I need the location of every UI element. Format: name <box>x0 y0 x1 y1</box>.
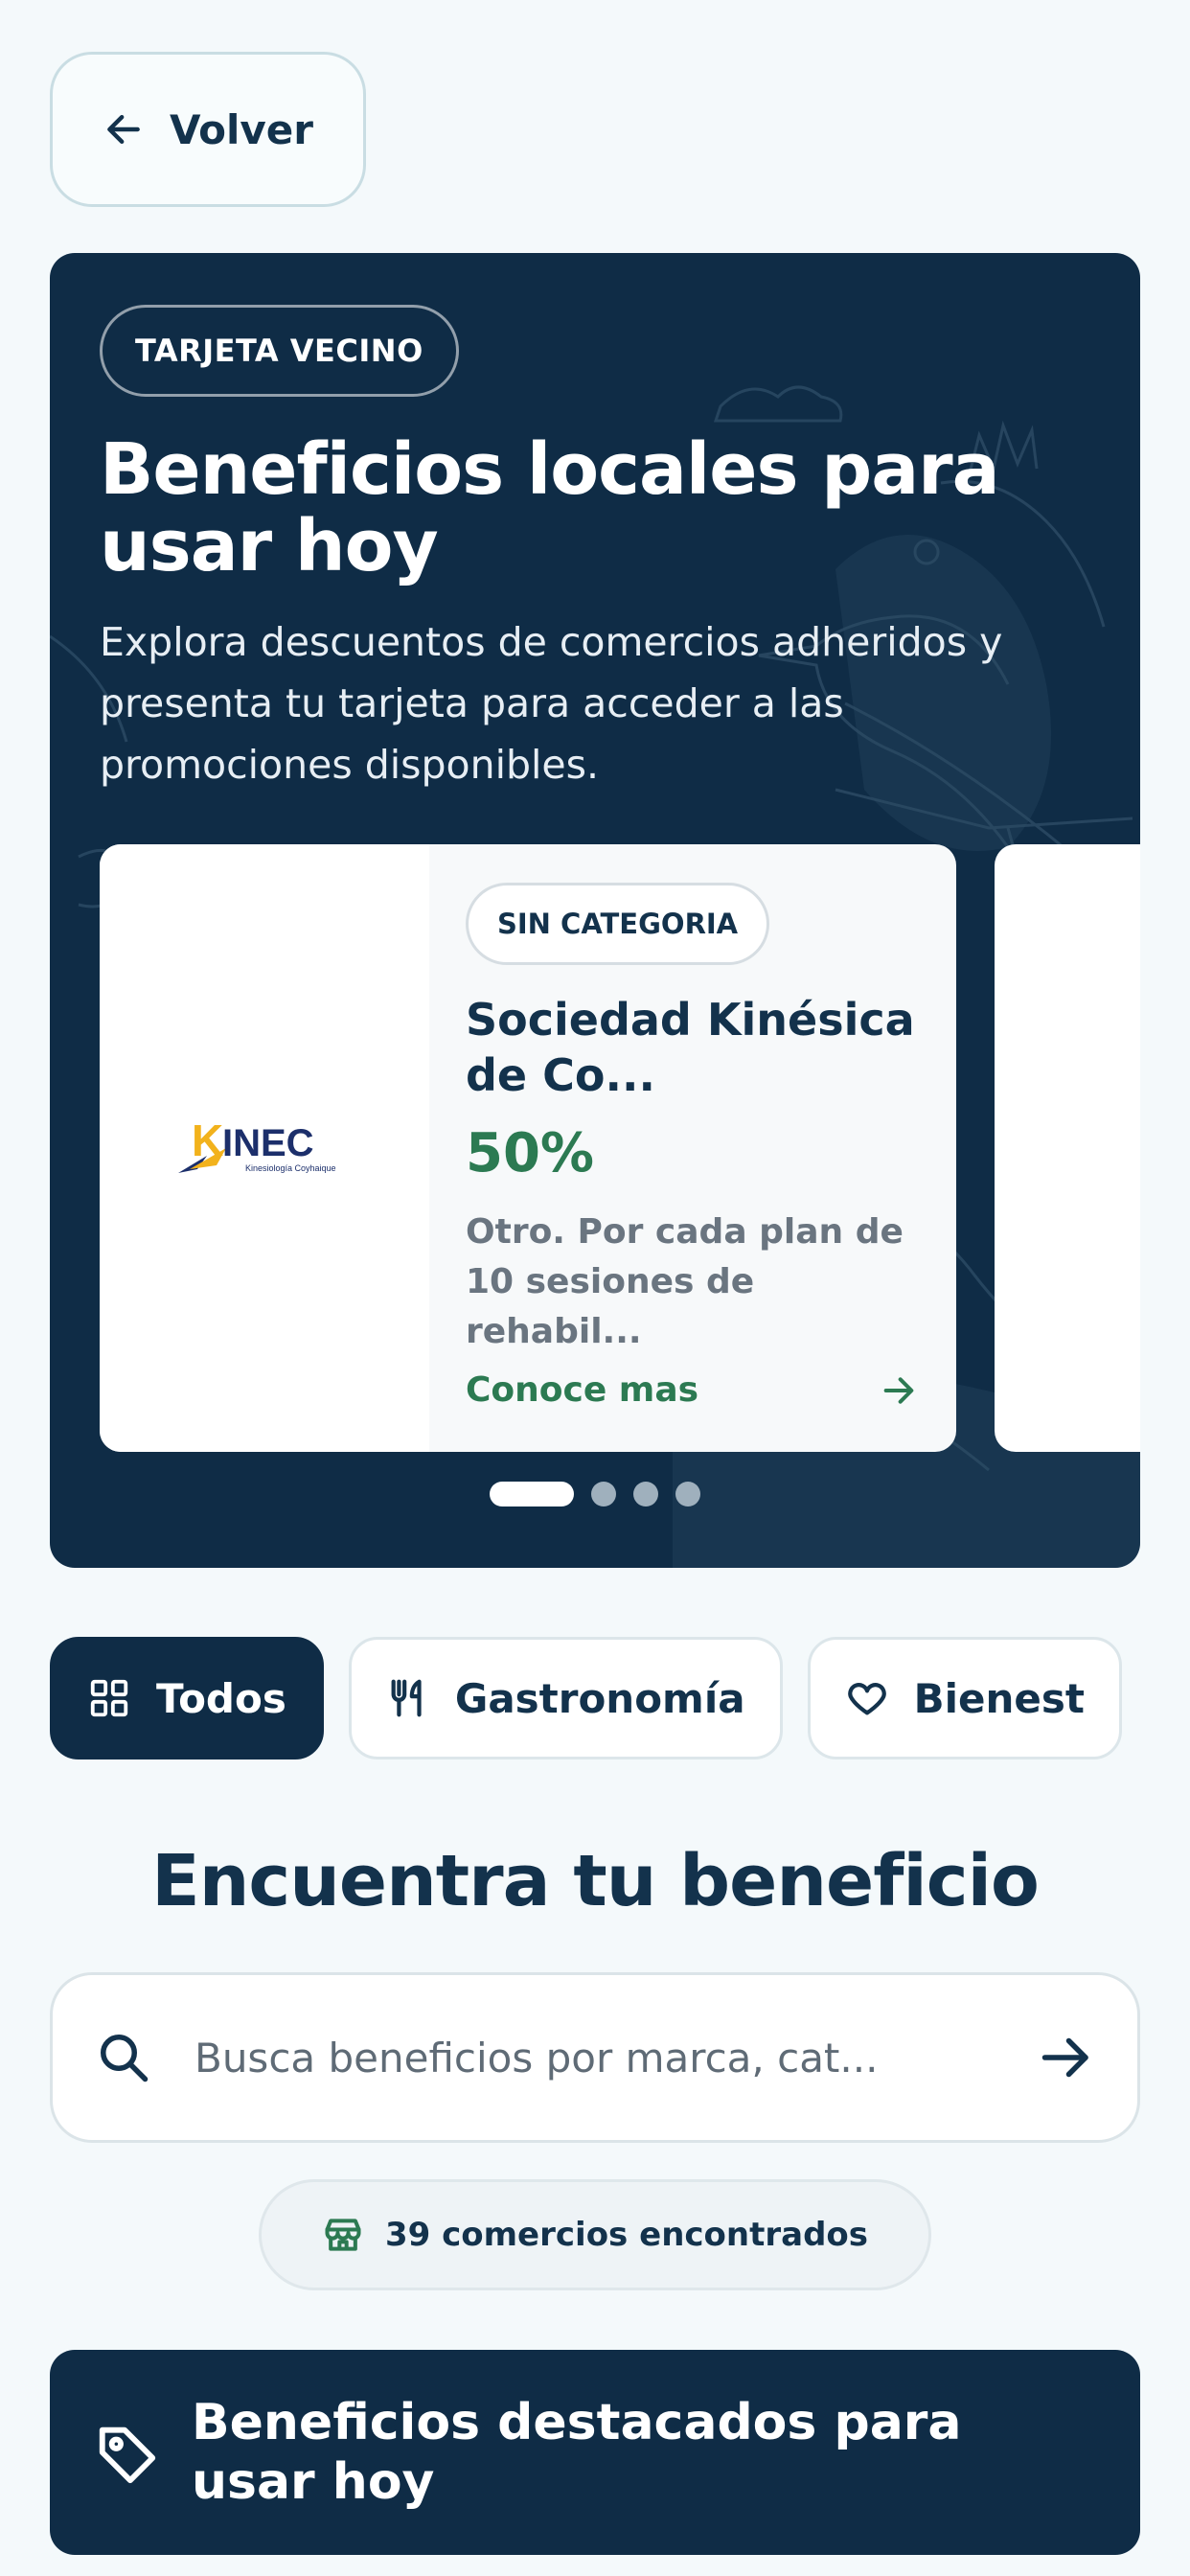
arrow-left-icon <box>107 114 140 145</box>
carousel-dot[interactable] <box>633 1482 658 1506</box>
arrow-right-icon <box>883 1376 914 1404</box>
results-count-text: 39 comercios encontrados <box>384 2216 869 2254</box>
next-offer-card[interactable] <box>995 844 1140 1452</box>
category-filter: Todos Gastronomía Bienest <box>50 1637 1140 1761</box>
discount-value: 50% <box>466 1122 595 1184</box>
merchant-logo: K INEC Kinesiología Coyhaique <box>100 844 429 1452</box>
hero-badge: TARJETA VECINO <box>100 305 459 397</box>
search-icon <box>101 2035 149 2082</box>
search-input[interactable] <box>195 2034 1009 2082</box>
featured-benefits-banner[interactable]: Beneficios destacados para usar hoy <box>50 2350 1140 2555</box>
learn-more-label: Conoce mas <box>466 1370 699 1410</box>
offer-body: SIN CATEGORIA Sociedad Kinésica de Co...… <box>429 844 956 1452</box>
carousel-dot[interactable] <box>675 1482 700 1506</box>
tag-icon <box>99 2426 156 2484</box>
chip-label: Todos <box>156 1674 286 1722</box>
grid-icon <box>90 1679 128 1717</box>
featured-title: Beneficios destacados para usar hoy <box>192 2394 962 2511</box>
search-submit-arrow-icon[interactable] <box>1038 2029 1095 2086</box>
logo-tagline: Kinesiología Coyhaique <box>245 1163 336 1173</box>
hero-subtitle: Explora descuentos de comercios adherido… <box>100 619 1003 788</box>
back-label: Volver <box>169 105 314 153</box>
offer-description: Otro. Por cada plan de 10 sesiones de re… <box>466 1212 904 1351</box>
back-button[interactable]: Volver <box>50 52 366 207</box>
logo-initial: K <box>192 1116 223 1165</box>
carousel-dots <box>50 1482 1140 1506</box>
category-chip-todos[interactable]: Todos <box>50 1637 324 1760</box>
carousel-dot[interactable] <box>490 1482 574 1506</box>
category-chip-bienestar[interactable]: Bienest <box>807 1637 1122 1760</box>
offer-card[interactable]: K INEC Kinesiología Coyhaique SIN CATEGO… <box>100 844 956 1452</box>
category-badge: SIN CATEGORIA <box>466 883 770 965</box>
carousel-dot[interactable] <box>591 1482 616 1506</box>
merchant-name: Sociedad Kinésica de Co... <box>466 994 915 1101</box>
chip-label: Gastronomía <box>454 1674 745 1722</box>
store-icon <box>325 2219 361 2251</box>
hero-title: Beneficios locales para usar hoy <box>100 428 1000 587</box>
learn-more-link[interactable]: Conoce mas <box>466 1370 918 1410</box>
search-heading: Encuentra tu beneficio <box>151 1840 1040 1922</box>
category-chip-gastronomia[interactable]: Gastronomía <box>348 1637 783 1760</box>
fork-knife-icon <box>391 1679 422 1717</box>
results-count-badge: 39 comercios encontrados <box>259 2179 931 2290</box>
chip-label: Bienest <box>913 1674 1085 1722</box>
heart-icon <box>847 1683 886 1715</box>
search-bar <box>50 1972 1140 2143</box>
hero-banner: TARJETA VECINO Beneficios locales para u… <box>50 253 1140 1568</box>
logo-text: INEC <box>222 1122 314 1164</box>
